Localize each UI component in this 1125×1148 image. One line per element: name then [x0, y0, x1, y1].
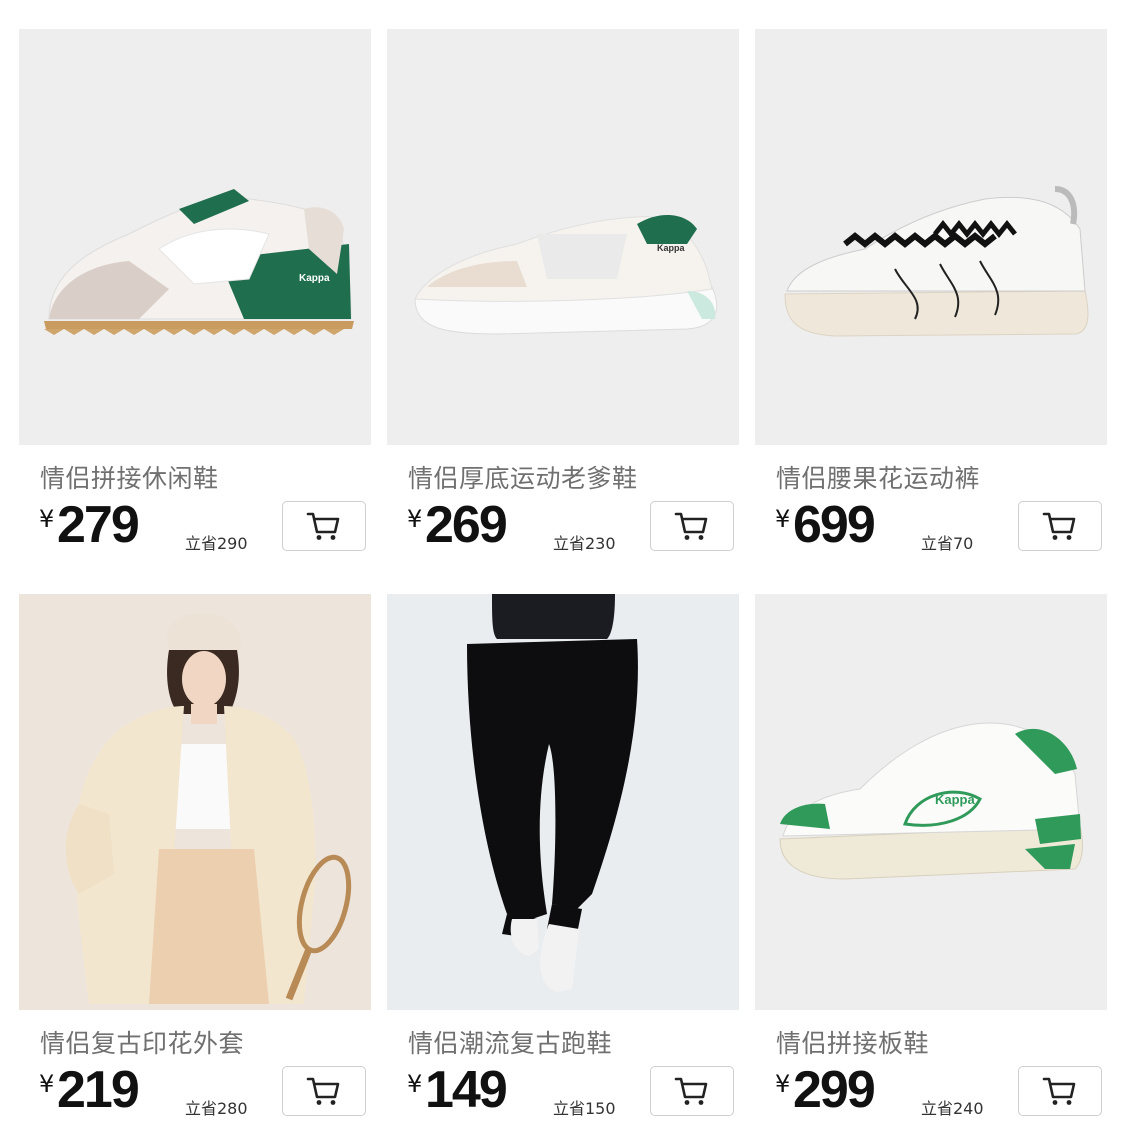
add-to-cart-button[interactable]	[282, 501, 366, 551]
currency-symbol: ¥	[775, 505, 791, 533]
price: 279	[57, 496, 140, 554]
shopping-cart-icon	[674, 1077, 708, 1105]
product-title[interactable]: 情侣厚底运动老爹鞋	[408, 459, 638, 495]
model-black-pants-image	[467, 594, 638, 992]
saving-label: 立省150	[553, 1099, 616, 1118]
shoe-court-green-image: Kappa	[779, 722, 1083, 880]
product-title[interactable]: 情侣腰果花运动裤	[776, 459, 980, 495]
price: 219	[57, 1061, 140, 1119]
product-image[interactable]: Kappa	[387, 29, 739, 445]
model-cream-jacket-image	[65, 613, 352, 1004]
add-to-cart-button[interactable]	[1018, 501, 1102, 551]
add-to-cart-button[interactable]	[650, 501, 734, 551]
svg-text:Kappa: Kappa	[657, 243, 686, 253]
price-row: ¥ 279 立省290	[39, 496, 366, 559]
price-row: ¥ 149 立省150	[407, 1061, 734, 1124]
product-title[interactable]: 情侣拼接休闲鞋	[40, 459, 219, 495]
price: 149	[425, 1061, 508, 1119]
saving-label: 立省290	[185, 534, 248, 553]
add-to-cart-button[interactable]	[650, 1066, 734, 1116]
currency-symbol: ¥	[407, 505, 423, 533]
currency-symbol: ¥	[39, 505, 55, 533]
product-card[interactable]: Kappa 情侣厚底运动老爹鞋 ¥ 269 立省230	[387, 29, 739, 589]
shopping-cart-icon	[306, 1077, 340, 1105]
saving-label: 立省280	[185, 1099, 248, 1118]
product-image[interactable]	[755, 29, 1107, 445]
shopping-cart-icon	[306, 512, 340, 540]
price: 269	[425, 496, 508, 554]
product-grid: Kappa 情侣拼接休闲鞋 ¥ 279 立省290 Kappa 情侣厚底运动老爹…	[0, 0, 1125, 1148]
price-row: ¥ 699 立省70	[775, 496, 1102, 559]
product-title[interactable]: 情侣复古印花外套	[40, 1024, 244, 1060]
price: 699	[793, 496, 876, 554]
shopping-cart-icon	[674, 512, 708, 540]
product-card[interactable]: Kappa 情侣拼接休闲鞋 ¥ 279 立省290	[19, 29, 371, 589]
shoe-chunky-white-image: Kappa	[414, 214, 718, 335]
shoe-retro-green-image: Kappa	[44, 189, 354, 335]
product-title[interactable]: 情侣潮流复古跑鞋	[408, 1024, 612, 1060]
add-to-cart-button[interactable]	[1018, 1066, 1102, 1116]
price-row: ¥ 299 立省240	[775, 1061, 1102, 1124]
price-row: ¥ 269 立省230	[407, 496, 734, 559]
product-image[interactable]: Kappa	[19, 29, 371, 445]
product-card[interactable]: 情侣复古印花外套 ¥ 219 立省280	[19, 594, 371, 1148]
shopping-cart-icon	[1042, 512, 1076, 540]
svg-text:Kappa: Kappa	[935, 792, 976, 807]
saving-label: 立省230	[553, 534, 616, 553]
add-to-cart-button[interactable]	[282, 1066, 366, 1116]
saving-label: 立省70	[921, 534, 974, 553]
svg-text:Kappa: Kappa	[299, 273, 330, 284]
saving-label: 立省240	[921, 1099, 984, 1118]
shopping-cart-icon	[1042, 1077, 1076, 1105]
product-image[interactable]	[387, 594, 739, 1010]
shoe-zigzag-lace-image	[784, 186, 1089, 337]
product-title[interactable]: 情侣拼接板鞋	[776, 1024, 929, 1060]
currency-symbol: ¥	[775, 1070, 791, 1098]
currency-symbol: ¥	[407, 1070, 423, 1098]
product-card[interactable]: 情侣腰果花运动裤 ¥ 699 立省70	[755, 29, 1107, 589]
product-card[interactable]: 情侣潮流复古跑鞋 ¥ 149 立省150	[387, 594, 739, 1148]
product-card[interactable]: Kappa 情侣拼接板鞋 ¥ 299 立省240	[755, 594, 1107, 1148]
currency-symbol: ¥	[39, 1070, 55, 1098]
price-row: ¥ 219 立省280	[39, 1061, 366, 1124]
product-image[interactable]	[19, 594, 371, 1010]
product-image[interactable]: Kappa	[755, 594, 1107, 1010]
price: 299	[793, 1061, 876, 1119]
